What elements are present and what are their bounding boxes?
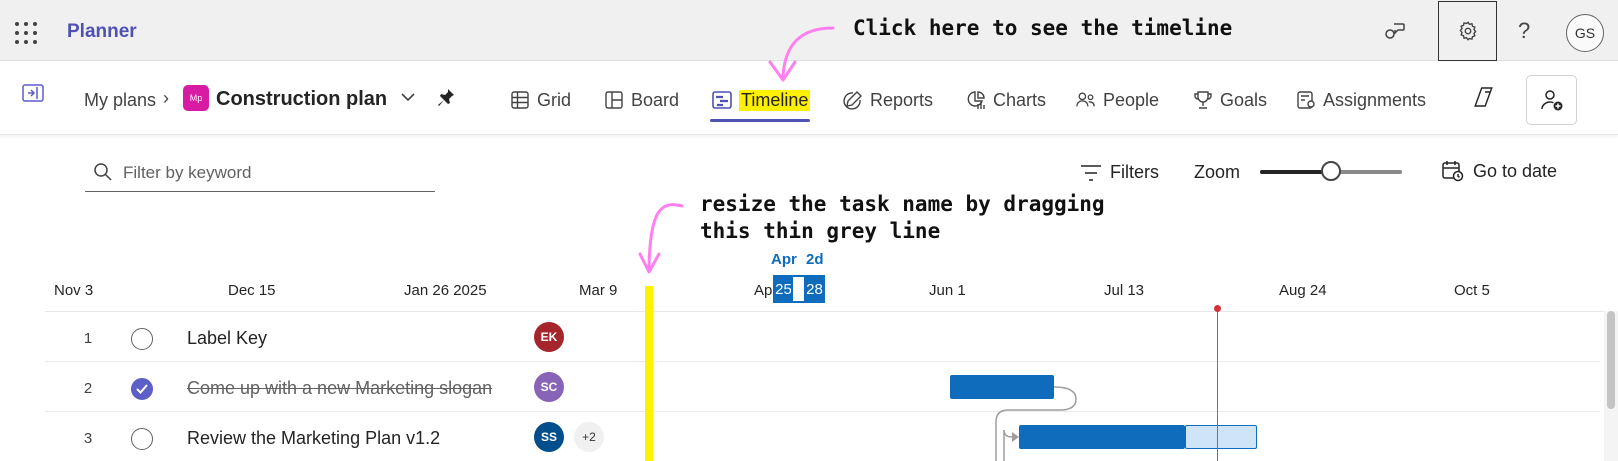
annotation-arrows (638, 26, 835, 274)
annotation-arrow (647, 203, 684, 270)
